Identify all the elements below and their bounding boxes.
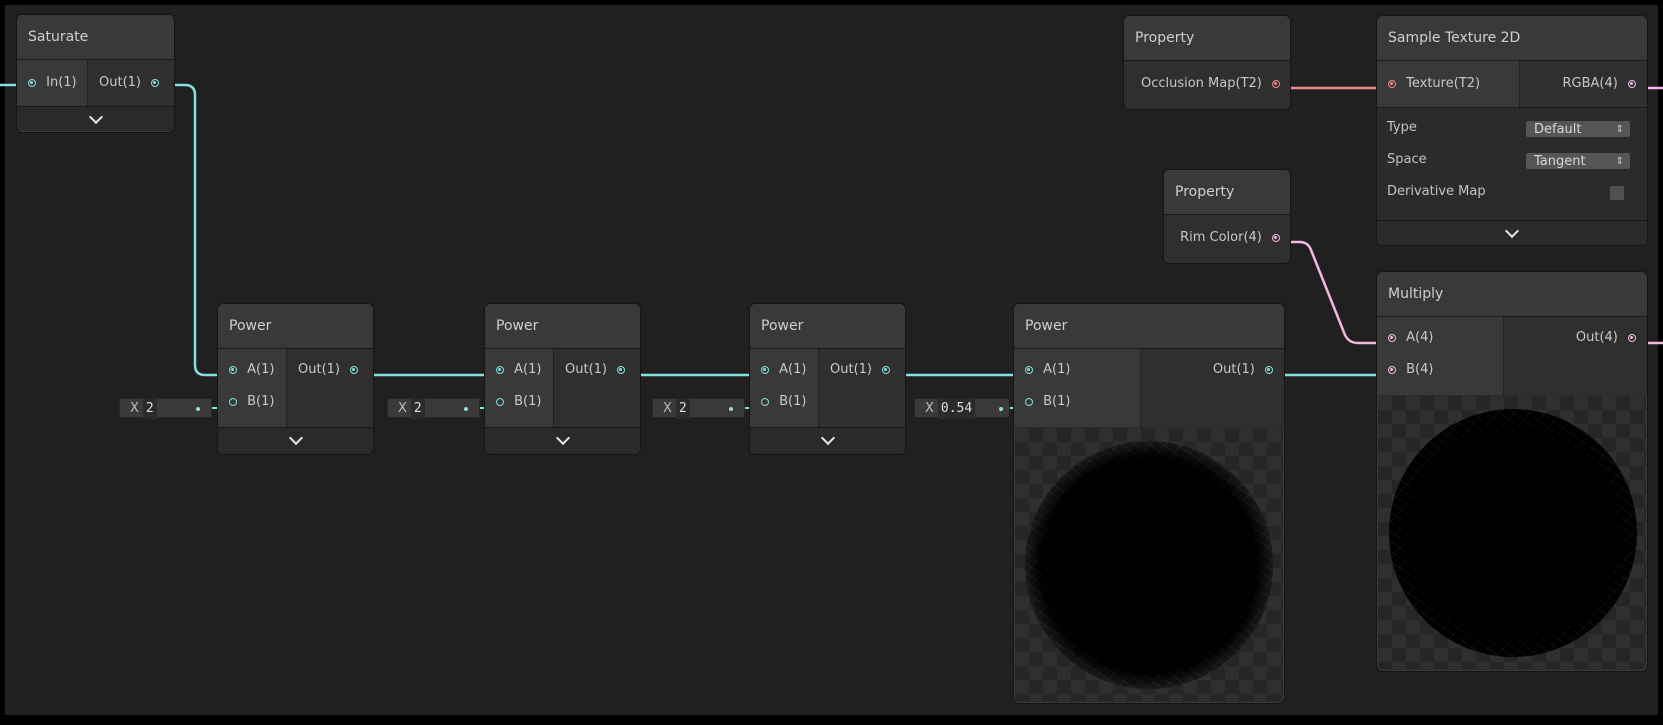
output-port-out[interactable]: Out(1): [1213, 360, 1273, 380]
collapse-button[interactable]: [218, 427, 373, 454]
node-preview: [1015, 428, 1283, 701]
output-port-out[interactable]: Out(1): [565, 360, 626, 380]
port-dot-icon: [1388, 79, 1396, 88]
chevron-down-icon: [288, 430, 303, 446]
type-dropdown[interactable]: Default ⇕: [1525, 120, 1631, 138]
input-port-b[interactable]: B(4): [1388, 360, 1433, 380]
input-port-a[interactable]: A(1): [229, 360, 274, 380]
multiply-node[interactable]: Multiply A(4) B(4) Out(4): [1376, 271, 1648, 672]
port-ring-icon: [229, 397, 237, 406]
updown-arrow-icon: ⇕: [1615, 156, 1624, 167]
node-title: Property: [1124, 16, 1290, 61]
preview-sphere: [1389, 409, 1637, 657]
port-ring-icon: [1025, 397, 1033, 406]
output-port-out[interactable]: Out(1): [298, 360, 359, 380]
power-node-1[interactable]: Power A(1) B(1) Out(1): [217, 303, 374, 455]
slot-dot-icon: [196, 407, 200, 411]
node-preview: [1378, 396, 1646, 669]
port-dot-icon: [1628, 333, 1636, 342]
chevron-down-icon: [88, 109, 103, 125]
space-dropdown[interactable]: Tangent ⇕: [1525, 152, 1631, 170]
port-dot-icon: [1388, 365, 1396, 374]
collapse-button[interactable]: [1377, 220, 1647, 245]
node-title: Power: [750, 304, 905, 349]
port-dot-icon: [28, 78, 36, 87]
port-dot-icon: [1272, 79, 1280, 88]
type-label: Type: [1387, 120, 1417, 135]
output-port-rim-color[interactable]: Rim Color(4): [1180, 228, 1280, 248]
power-node-3[interactable]: Power A(1) B(1) Out(1): [749, 303, 906, 455]
port-dot-icon: [882, 365, 891, 374]
port-dot-icon: [1388, 333, 1396, 342]
node-title: Sample Texture 2D: [1377, 16, 1647, 61]
power3-b-input-field[interactable]: X2: [652, 398, 745, 419]
property-node-rim-color[interactable]: Property Rim Color(4): [1163, 169, 1291, 264]
port-ring-icon: [496, 397, 504, 406]
output-port-out[interactable]: Out(1): [99, 73, 160, 93]
power2-b-input-field[interactable]: X2: [387, 398, 480, 419]
port-dot-icon: [1272, 233, 1280, 242]
input-port-in[interactable]: In(1): [28, 73, 77, 93]
input-port-b[interactable]: B(1): [496, 392, 541, 412]
port-dot-icon: [617, 365, 626, 374]
node-title: Power: [218, 304, 373, 349]
power1-b-input-field[interactable]: X2: [119, 398, 212, 419]
port-dot-icon: [350, 365, 359, 374]
node-title: Power: [1014, 304, 1284, 349]
port-ring-icon: [761, 397, 769, 406]
port-dot-icon: [229, 365, 237, 374]
input-port-texture[interactable]: Texture(T2): [1388, 74, 1480, 94]
collapse-button[interactable]: [485, 427, 640, 454]
input-port-a[interactable]: A(1): [1025, 360, 1070, 380]
collapse-button[interactable]: [17, 106, 174, 131]
input-port-a[interactable]: A(1): [761, 360, 806, 380]
node-title: Property: [1164, 170, 1290, 215]
output-port-occlusion-map[interactable]: Occlusion Map(T2): [1141, 74, 1280, 94]
input-port-b[interactable]: B(1): [1025, 392, 1070, 412]
power-node-4[interactable]: Power A(1) B(1) Out(1): [1013, 303, 1285, 704]
input-port-a[interactable]: A(4): [1388, 328, 1433, 348]
port-dot-icon: [761, 365, 769, 374]
power-node-2[interactable]: Power A(1) B(1) Out(1): [484, 303, 641, 455]
power4-b-input-field[interactable]: X 0.54: [914, 398, 1010, 419]
port-dot-icon: [151, 78, 160, 87]
port-dot-icon: [1025, 365, 1033, 374]
updown-arrow-icon: ⇕: [1615, 124, 1624, 135]
slot-dot-icon: [464, 407, 468, 411]
derivative-map-label: Derivative Map: [1387, 184, 1486, 199]
node-title: Saturate: [17, 15, 174, 60]
slot-dot-icon: [999, 407, 1003, 411]
chevron-down-icon: [555, 430, 570, 446]
node-title: Power: [485, 304, 640, 349]
preview-sphere: [1025, 441, 1273, 689]
output-port-rgba[interactable]: RGBA(4): [1563, 74, 1636, 94]
node-title: Multiply: [1377, 272, 1647, 317]
port-dot-icon: [1628, 79, 1636, 88]
input-port-b[interactable]: B(1): [229, 392, 274, 412]
port-dot-icon: [1265, 365, 1273, 374]
saturate-node[interactable]: Saturate In(1) Out(1): [16, 14, 175, 133]
output-port-out[interactable]: Out(1): [830, 360, 891, 380]
collapse-button[interactable]: [750, 427, 905, 454]
slot-dot-icon: [729, 407, 733, 411]
chevron-down-icon: [820, 430, 835, 446]
chevron-down-icon: [1504, 223, 1520, 239]
input-port-b[interactable]: B(1): [761, 392, 806, 412]
sample-texture-2d-node[interactable]: Sample Texture 2D Texture(T2) RGBA(4) Ty…: [1376, 15, 1648, 246]
input-port-a[interactable]: A(1): [496, 360, 541, 380]
derivative-map-checkbox[interactable]: [1609, 185, 1625, 201]
port-dot-icon: [496, 365, 504, 374]
property-node-occlusion-map[interactable]: Property Occlusion Map(T2): [1123, 15, 1291, 110]
output-port-out[interactable]: Out(4): [1576, 328, 1636, 348]
space-label: Space: [1387, 152, 1427, 167]
